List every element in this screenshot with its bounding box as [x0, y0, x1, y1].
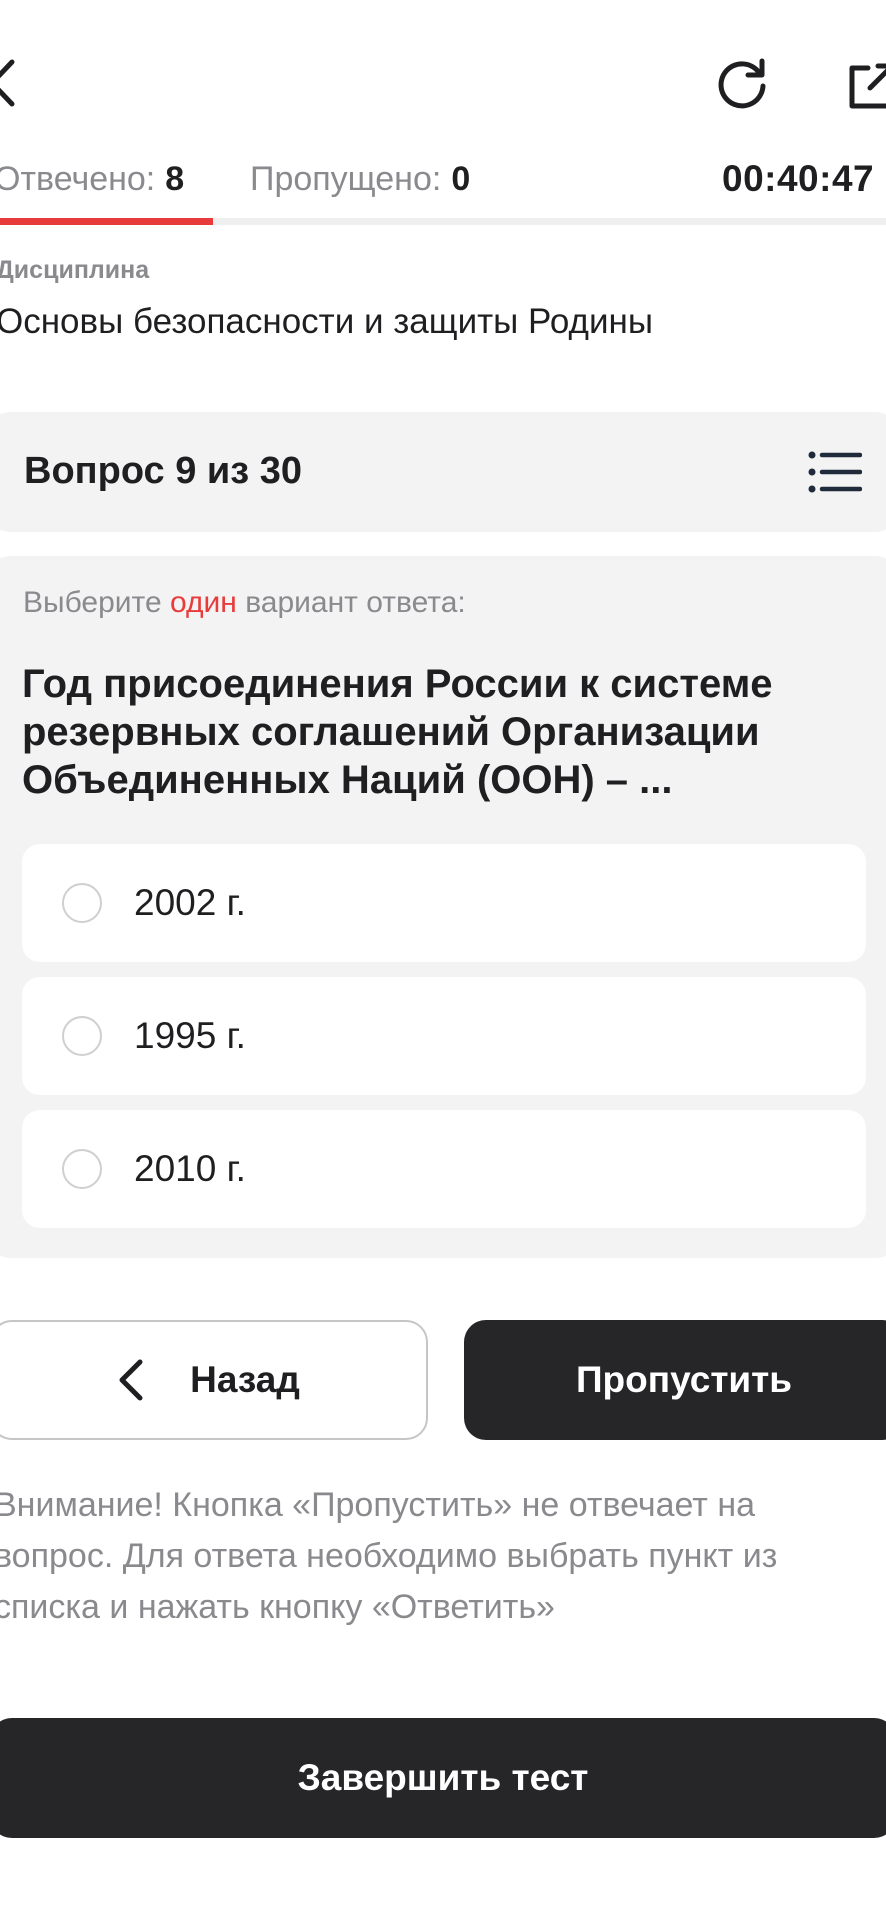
- chevron-left-icon: [119, 1359, 143, 1401]
- skipped-counter: Пропущено: 0: [250, 152, 470, 206]
- radio-button[interactable]: [62, 883, 102, 923]
- answered-label: Отвечено:: [0, 160, 156, 198]
- instruction-prefix: Выберите: [23, 586, 162, 619]
- answer-option[interactable]: 2010 г.: [22, 1110, 866, 1228]
- chevron-left-icon[interactable]: [0, 58, 16, 108]
- skip-button[interactable]: Пропустить: [464, 1320, 886, 1440]
- test-screen: Отвечено: 8 Пропущено: 0 00:40:47 Дисципли…: [0, 0, 886, 1920]
- answered-value: 8: [165, 160, 185, 198]
- external-link-icon[interactable]: [846, 60, 886, 112]
- radio-button[interactable]: [62, 1016, 102, 1056]
- question-body: Выберите один вариант ответа: Год присое…: [0, 556, 886, 1258]
- skip-warning: Внимание! Кнопка «Пропустить» не отвечае…: [0, 1486, 778, 1626]
- question-counter: Вопрос 9 из 30: [24, 450, 302, 492]
- answered-counter: Отвечено: 8: [0, 152, 184, 206]
- answer-option-label: 1995 г.: [134, 1015, 246, 1056]
- timer: 00:40:47: [722, 158, 875, 199]
- instruction-accent: один: [169, 586, 237, 619]
- progress-fill: [0, 218, 213, 225]
- answer-option-label: 2002 г.: [134, 882, 246, 923]
- question-header: Вопрос 9 из 30: [0, 412, 886, 532]
- finish-test-label: Завершить тест: [297, 1757, 589, 1798]
- answer-option-label: 2010 г.: [134, 1148, 246, 1189]
- skip-button-label: Пропустить: [575, 1359, 793, 1400]
- back-button[interactable]: Назад: [0, 1320, 428, 1440]
- radio-button[interactable]: [62, 1149, 102, 1189]
- discipline-label: Дисциплина: [0, 256, 150, 284]
- list-icon[interactable]: [808, 450, 862, 494]
- refresh-icon[interactable]: [714, 56, 770, 112]
- answer-option[interactable]: 1995 г.: [22, 977, 866, 1095]
- skipped-label: Пропущено:: [250, 160, 442, 198]
- progress-bar: [0, 218, 886, 225]
- instruction-suffix: вариант ответа:: [245, 586, 466, 619]
- discipline-title: Основы безопасности и защиты Родины: [0, 302, 653, 341]
- finish-test-button[interactable]: Завершить тест: [0, 1718, 886, 1838]
- skipped-value: 0: [451, 160, 471, 198]
- top-bar: [0, 0, 886, 160]
- question-text: Год присоединения России к системе резер…: [22, 662, 773, 802]
- status-row: Отвечено: 8 Пропущено: 0 00:40:47: [0, 152, 886, 206]
- answer-instruction: Выберите один вариант ответа:: [23, 586, 466, 620]
- back-button-label: Назад: [190, 1359, 300, 1400]
- answer-option[interactable]: 2002 г.: [22, 844, 866, 962]
